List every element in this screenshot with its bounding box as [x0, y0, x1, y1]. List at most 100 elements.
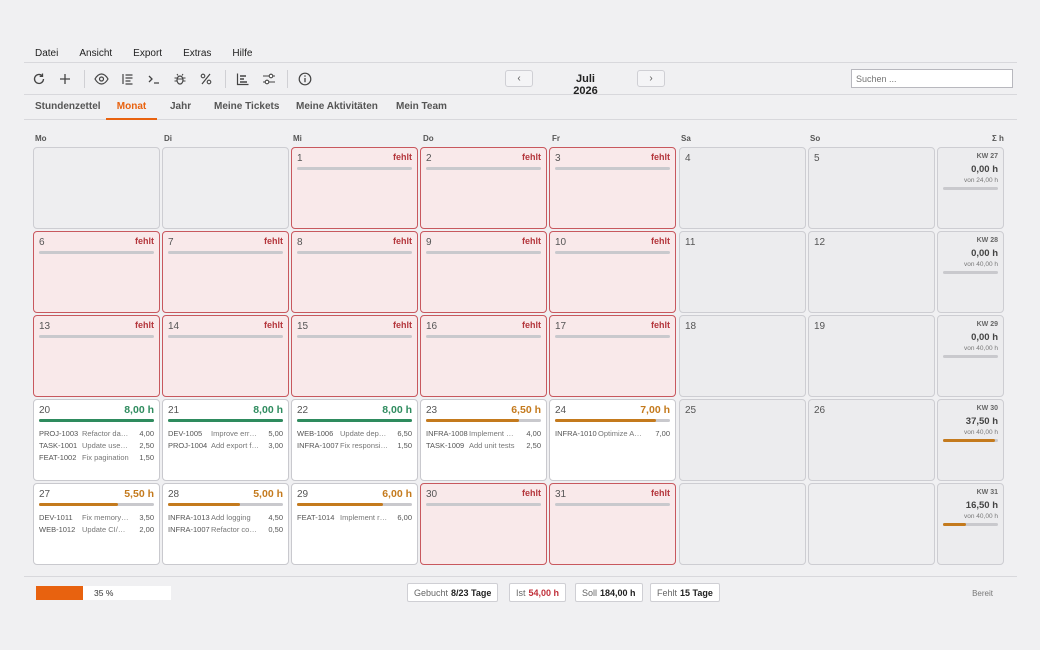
menu-datei[interactable]: Datei	[24, 48, 68, 59]
calendar-day-21[interactable]: 21 8,00 h DEV-1005 Improve error handling 5,…	[162, 399, 289, 481]
entry-hours: 3,00	[268, 441, 283, 450]
info-icon[interactable]	[297, 71, 313, 87]
time-entry[interactable]: PROJ-1003Refactor database 4,00	[39, 428, 154, 440]
day-number: 3	[555, 153, 561, 164]
tab-stundenzettel[interactable]: Stundenzettel	[35, 101, 101, 120]
time-entry[interactable]: DEV-1005 Improve error handling 5,00	[168, 428, 283, 440]
day-progress-bar	[426, 167, 541, 170]
calendar-day-28[interactable]: 28 5,00 h INFRA-1013 Add logging 4,50 INFRA-1…	[162, 483, 289, 565]
tab-meine-aktivitaeten[interactable]: Meine Aktivitäten	[296, 101, 378, 120]
time-entry[interactable]: INFRA-1007Fix responsive layout 1,50	[297, 440, 412, 452]
day-progress-fill	[168, 419, 283, 422]
entry-hours: 4,00	[139, 429, 154, 438]
time-entry[interactable]: DEV-1011 Fix memory leak 3,50	[39, 512, 154, 524]
missing-badge: fehlt	[393, 320, 412, 330]
calendar-day-22[interactable]: 22 8,00 h WEB-1006 Update dependencies 6,50 I…	[291, 399, 418, 481]
menu-export[interactable]: Export	[122, 48, 172, 59]
day-progress-fill	[555, 419, 656, 422]
calendar-day-4[interactable]: 4	[679, 147, 806, 229]
calendar-day-26[interactable]: 26	[808, 399, 935, 481]
tab-meine-tickets[interactable]: Meine Tickets	[214, 101, 279, 120]
sliders-icon[interactable]	[261, 71, 277, 87]
week-number: KW 29	[976, 321, 998, 328]
prev-month-button[interactable]: ‹	[505, 70, 533, 87]
calendar-day-13[interactable]: 13 fehlt	[33, 315, 160, 397]
calendar-day-23[interactable]: 23 6,50 h INFRA-1008Implement caching 4,00 T…	[420, 399, 547, 481]
calendar-day-29[interactable]: 29 6,00 h FEAT-1014 Implement retry logic 6,…	[291, 483, 418, 565]
time-entry[interactable]: INFRA-1007Refactor components 0,50	[168, 524, 283, 536]
time-entry[interactable]: FEAT-1002 Fix pagination 1,50	[39, 452, 154, 464]
day-progress-bar	[168, 419, 283, 422]
day-number: 30	[426, 489, 438, 500]
calendar-cell-empty	[679, 483, 806, 565]
calendar-day-1[interactable]: 1 fehlt	[291, 147, 418, 229]
entry-hours: 2,00	[139, 525, 154, 534]
time-entry[interactable]: PROJ-1004Add export feature 3,00	[168, 440, 283, 452]
menu-ansicht[interactable]: Ansicht	[68, 48, 122, 59]
menu-extras[interactable]: Extras	[172, 48, 221, 59]
time-entry[interactable]: WEB-1012 Update CI/CD pipeline 2,00	[39, 524, 154, 536]
calendar-day-17[interactable]: 17 fehlt	[549, 315, 676, 397]
calendar-day-9[interactable]: 9 fehlt	[420, 231, 547, 313]
gantt-icon[interactable]	[235, 71, 251, 87]
weekday-header: Mo	[35, 134, 47, 143]
calendar-day-25[interactable]: 25	[679, 399, 806, 481]
time-entry[interactable]: INFRA-1008Implement caching 4,00	[426, 428, 541, 440]
time-entry[interactable]: WEB-1006 Update dependencies 6,50	[297, 428, 412, 440]
time-entry[interactable]: TASK-1001 Update user docs 2,50	[39, 440, 154, 452]
calendar-cell-empty	[808, 483, 935, 565]
day-number: 28	[168, 489, 180, 500]
calendar-day-6[interactable]: 6 fehlt	[33, 231, 160, 313]
calendar-day-18[interactable]: 18	[679, 315, 806, 397]
calendar-day-15[interactable]: 15 fehlt	[291, 315, 418, 397]
calendar-day-19[interactable]: 19	[808, 315, 935, 397]
add-icon[interactable]	[57, 71, 73, 87]
search-input[interactable]	[851, 69, 1013, 88]
week-hours-total: 0,00 h	[971, 332, 998, 343]
missing-badge: fehlt	[522, 320, 541, 330]
day-progress-bar	[168, 251, 283, 254]
percent-icon[interactable]	[198, 71, 214, 87]
tab-mein-team[interactable]: Mein Team	[396, 101, 447, 120]
entry-ticket-id: PROJ-1003	[39, 429, 79, 438]
day-hours-total: 8,00 h	[382, 404, 412, 416]
day-entries-list: INFRA-1013 Add logging 4,50 INFRA-1007 Refac…	[168, 512, 283, 536]
calendar-day-27[interactable]: 27 5,50 h DEV-1011 Fix memory leak 3,50 WEB-1…	[33, 483, 160, 565]
day-number: 4	[685, 153, 691, 164]
tab-jahr[interactable]: Jahr	[170, 101, 191, 120]
calendar-day-16[interactable]: 16 fehlt	[420, 315, 547, 397]
menu-hilfe[interactable]: Hilfe	[221, 48, 262, 59]
day-entries-list: DEV-1005 Improve error handling 5,00 PROJ-1…	[168, 428, 283, 452]
bug-icon[interactable]	[172, 71, 188, 87]
time-entry[interactable]: FEAT-1014 Implement retry logic 6,00	[297, 512, 412, 524]
tab-monat[interactable]: Monat	[106, 101, 157, 120]
calendar-day-12[interactable]: 12	[808, 231, 935, 313]
refresh-icon[interactable]	[31, 71, 47, 87]
list-icon[interactable]	[120, 71, 136, 87]
day-progress-bar	[168, 503, 283, 506]
time-entry[interactable]: INFRA-1013 Add logging 4,50	[168, 512, 283, 524]
calendar-day-30[interactable]: 30 fehlt	[420, 483, 547, 565]
stat-gebucht: Gebucht 8/23 Tage	[407, 583, 499, 602]
day-hours-total: 5,50 h	[124, 488, 154, 500]
calendar-day-11[interactable]: 11	[679, 231, 806, 313]
calendar-day-24[interactable]: 24 7,00 h INFRA-1010Optimize API calls 7,00	[549, 399, 676, 481]
calendar-day-5[interactable]: 5	[808, 147, 935, 229]
calendar-day-10[interactable]: 10 fehlt	[549, 231, 676, 313]
time-entry[interactable]: INFRA-1010Optimize API calls 7,00	[555, 428, 670, 440]
eye-icon[interactable]	[93, 71, 109, 87]
day-progress-bar	[555, 419, 670, 422]
calendar-day-7[interactable]: 7 fehlt	[162, 231, 289, 313]
calendar-day-31[interactable]: 31 fehlt	[549, 483, 676, 565]
week-summary: KW 28 0,00 h von 40,00 h	[937, 231, 1004, 313]
calendar-day-3[interactable]: 3 fehlt	[549, 147, 676, 229]
next-month-button[interactable]: ›	[637, 70, 665, 87]
time-entry[interactable]: TASK-1009 Add unit tests 2,50	[426, 440, 541, 452]
calendar-day-2[interactable]: 2 fehlt	[420, 147, 547, 229]
calendar-day-14[interactable]: 14 fehlt	[162, 315, 289, 397]
week-summary: KW 29 0,00 h von 40,00 h	[937, 315, 1004, 397]
calendar-day-20[interactable]: 20 8,00 h PROJ-1003Refactor database 4,00 TA…	[33, 399, 160, 481]
terminal-icon[interactable]	[146, 71, 162, 87]
month-title: Juli 2026	[573, 73, 598, 97]
calendar-day-8[interactable]: 8 fehlt	[291, 231, 418, 313]
